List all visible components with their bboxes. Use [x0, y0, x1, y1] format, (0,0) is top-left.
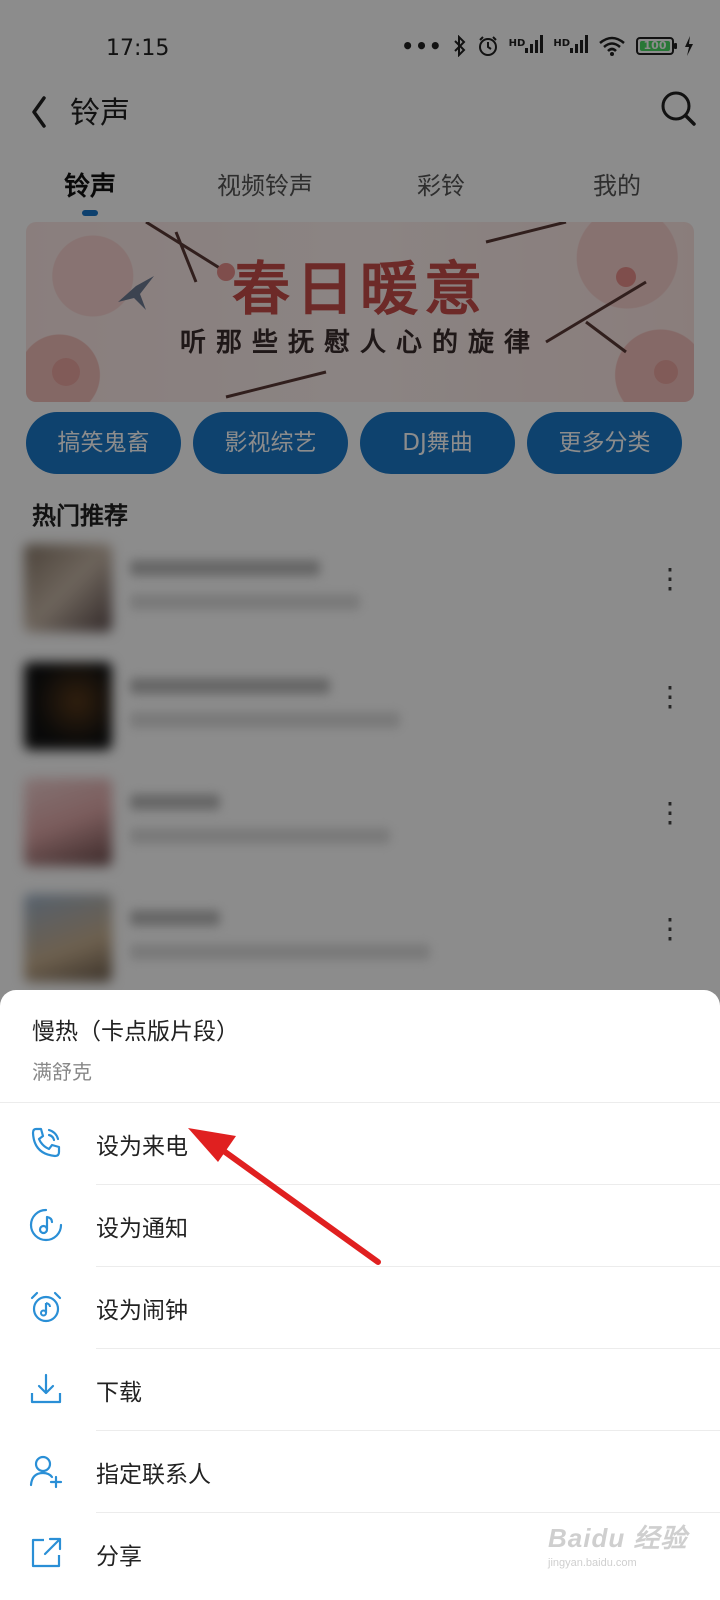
alarm-clock-icon — [30, 1291, 62, 1323]
sheet-song-title: 慢热（卡点版片段） — [32, 1019, 239, 1045]
sheet-artist: 满舒克 — [32, 1060, 92, 1084]
download-button[interactable]: 下载 — [0, 1349, 720, 1431]
baidu-watermark: Baidu 经验 jingyan.baidu.com — [548, 1518, 687, 1569]
action-label: 设为来电 — [96, 1134, 188, 1160]
action-label: 分享 — [96, 1544, 142, 1570]
set-as-ringtone-button[interactable]: 设为来电 — [0, 1103, 720, 1185]
phone-icon — [31, 1127, 61, 1158]
action-label: 设为通知 — [96, 1216, 188, 1242]
action-label: 设为闹钟 — [96, 1298, 188, 1324]
set-as-alarm-button[interactable]: 设为闹钟 — [0, 1267, 720, 1349]
music-note-icon — [29, 1208, 63, 1242]
watermark-sub: jingyan.baidu.com — [548, 1557, 637, 1569]
action-label: 指定联系人 — [96, 1462, 211, 1488]
share-icon — [31, 1537, 62, 1568]
action-label: 下载 — [96, 1380, 142, 1406]
download-icon — [30, 1373, 62, 1404]
assign-contact-button[interactable]: 指定联系人 — [0, 1431, 720, 1513]
add-contact-icon — [29, 1455, 63, 1489]
action-sheet: 慢热（卡点版片段） 满舒克 设为来电 设为通知 设为闹钟 下载 指定联系人 分享 — [0, 990, 720, 1600]
watermark-main: Baidu 经验 — [548, 1523, 688, 1553]
set-as-notification-button[interactable]: 设为通知 — [0, 1185, 720, 1267]
